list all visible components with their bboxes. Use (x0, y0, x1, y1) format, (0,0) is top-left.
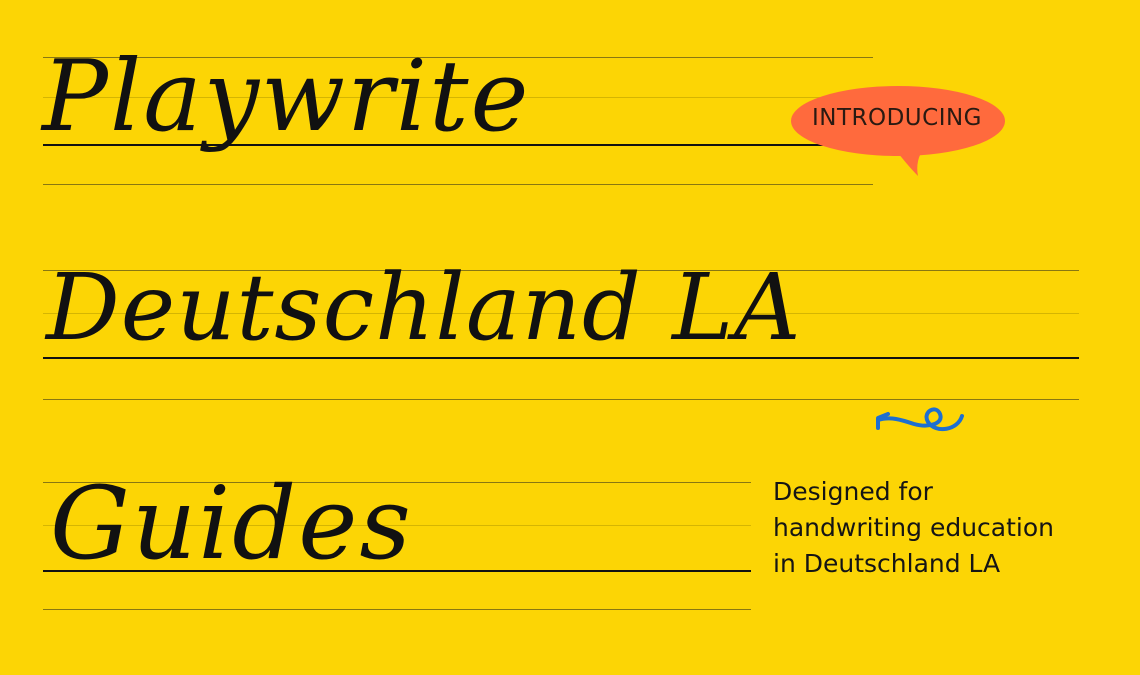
tagline-line-2: handwriting education (773, 513, 1055, 542)
headline-line-2: Deutschland LA (46, 254, 802, 361)
tagline-line-1: Designed for (773, 477, 933, 506)
curly-arrow-icon (876, 407, 964, 432)
headline-line-3: Guides (50, 465, 413, 582)
headline-line-1: Playwrite (42, 40, 531, 154)
speech-bubble-icon (791, 86, 1005, 176)
tagline: Designed for handwriting education in De… (773, 474, 1113, 582)
poster-canvas: Playwrite Deutschland LA Guides INTRODUC… (0, 0, 1140, 675)
introducing-badge-label: INTRODUCING (811, 105, 983, 131)
tagline-line-3: in Deutschland LA (773, 549, 1001, 578)
